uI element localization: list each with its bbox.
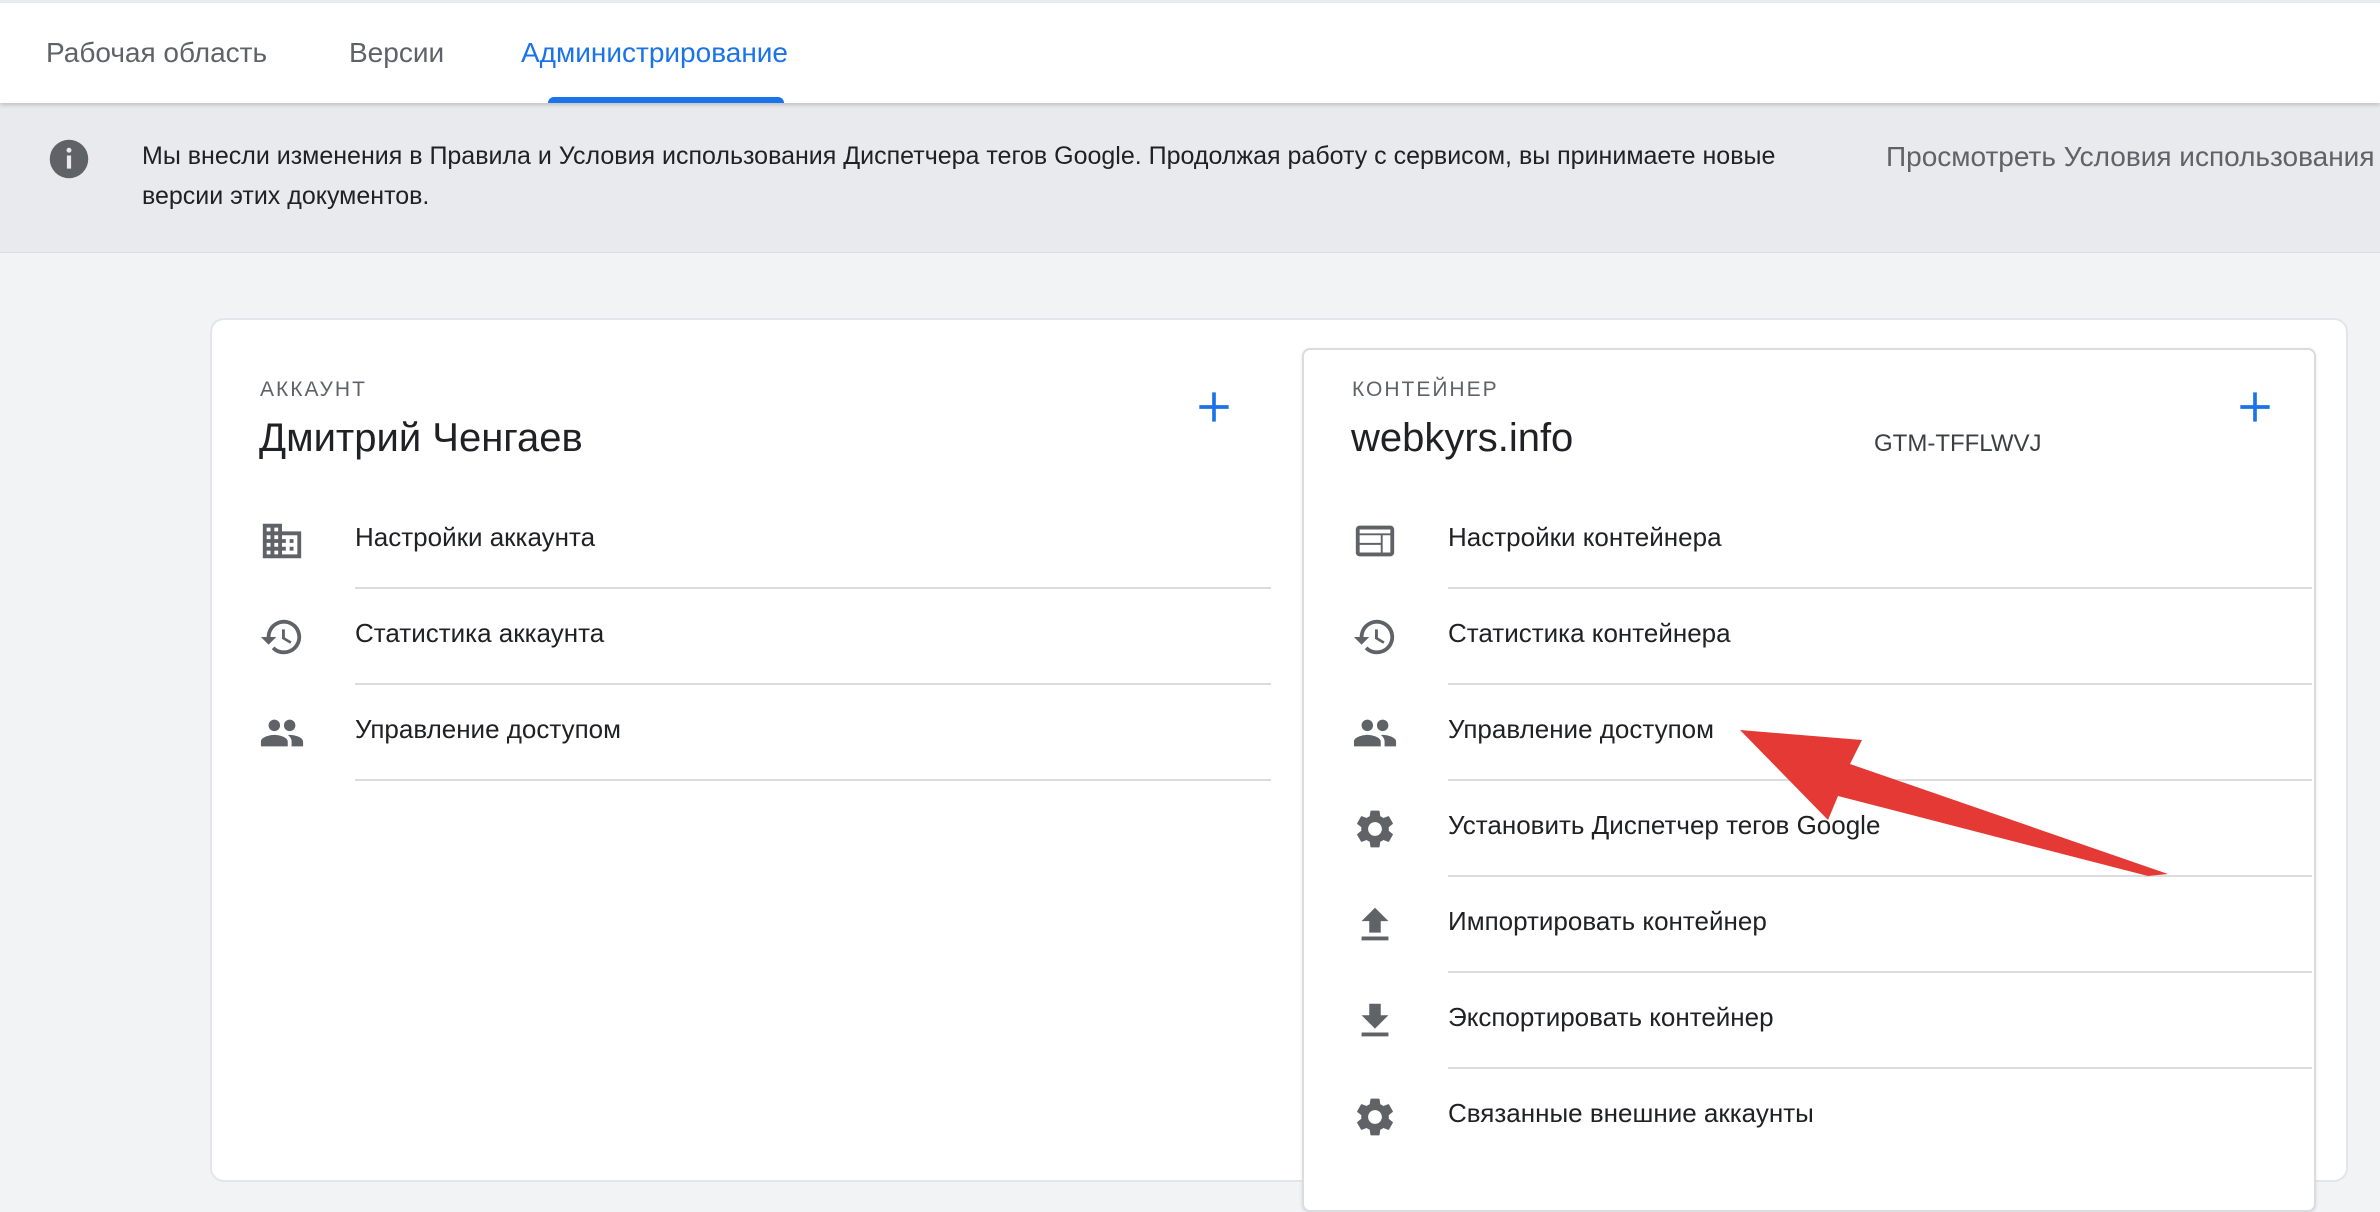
account-statistics-item[interactable]: Статистика аккаунта bbox=[259, 588, 1271, 685]
container-settings-item[interactable]: Настройки контейнера bbox=[1352, 492, 2312, 589]
container-access-label: Управление доступом bbox=[1448, 714, 1715, 744]
building-icon bbox=[262, 523, 302, 559]
tab-admin[interactable]: Администрирование bbox=[521, 37, 788, 69]
banner-message: Мы внесли изменения в Правила и Условия … bbox=[142, 142, 1776, 210]
container-access-item[interactable]: Управление доступом bbox=[1352, 684, 2312, 781]
top-navigation: Рабочая область Версии Администрирование bbox=[0, 0, 2380, 103]
add-account-button[interactable] bbox=[1192, 385, 1236, 429]
import-container-item[interactable]: Импортировать контейнер bbox=[1352, 876, 2312, 973]
container-statistics-label: Статистика контейнера bbox=[1448, 618, 1731, 648]
linked-accounts-label: Связанные внешние аккаунты bbox=[1448, 1098, 1814, 1128]
people-icon bbox=[260, 719, 304, 747]
history-icon bbox=[1353, 619, 1395, 655]
container-statistics-item[interactable]: Статистика контейнера bbox=[1352, 588, 2312, 685]
account-name: Дмитрий Ченгаев bbox=[259, 416, 583, 460]
install-gtm-item[interactable]: Установить Диспетчер тегов Google bbox=[1352, 780, 2312, 877]
terms-notification-banner: Мы внесли изменения в Правила и Условия … bbox=[0, 100, 2380, 253]
account-access-item[interactable]: Управление доступом bbox=[259, 684, 1271, 781]
account-settings-label: Настройки аккаунта bbox=[355, 522, 596, 552]
people-icon bbox=[1353, 719, 1397, 747]
history-icon bbox=[260, 619, 302, 655]
tab-workspace[interactable]: Рабочая область bbox=[46, 37, 267, 69]
gear-icon bbox=[1357, 1098, 1393, 1136]
web-layout-icon bbox=[1355, 525, 1395, 557]
linked-accounts-item[interactable]: Связанные внешние аккаунты bbox=[1352, 1068, 2312, 1164]
tab-versions[interactable]: Версии bbox=[349, 37, 444, 69]
divider bbox=[355, 779, 1271, 781]
active-tab-indicator bbox=[548, 97, 784, 103]
container-id: GTM-TFFLWVJ bbox=[1874, 430, 2042, 457]
container-name: webkyrs.info bbox=[1351, 416, 1574, 460]
info-icon bbox=[49, 139, 89, 179]
install-gtm-label: Установить Диспетчер тегов Google bbox=[1448, 810, 1881, 840]
account-section-label: АККАУНТ bbox=[260, 378, 367, 401]
account-access-label: Управление доступом bbox=[355, 714, 622, 744]
export-container-item[interactable]: Экспортировать контейнер bbox=[1352, 972, 2312, 1069]
import-container-label: Импортировать контейнер bbox=[1448, 906, 1767, 936]
container-section-label: КОНТЕЙНЕР bbox=[1352, 378, 1499, 401]
account-settings-item[interactable]: Настройки аккаунта bbox=[259, 492, 1271, 589]
upload-icon bbox=[1361, 907, 1389, 941]
account-statistics-label: Статистика аккаунта bbox=[355, 618, 605, 648]
add-container-button[interactable] bbox=[2233, 385, 2277, 429]
export-container-label: Экспортировать контейнер bbox=[1448, 1002, 1774, 1032]
view-terms-link[interactable]: Просмотреть Условия использования bbox=[1886, 141, 2374, 173]
download-icon bbox=[1361, 1003, 1389, 1037]
gear-icon bbox=[1357, 810, 1393, 848]
container-settings-label: Настройки контейнера bbox=[1448, 522, 1722, 552]
